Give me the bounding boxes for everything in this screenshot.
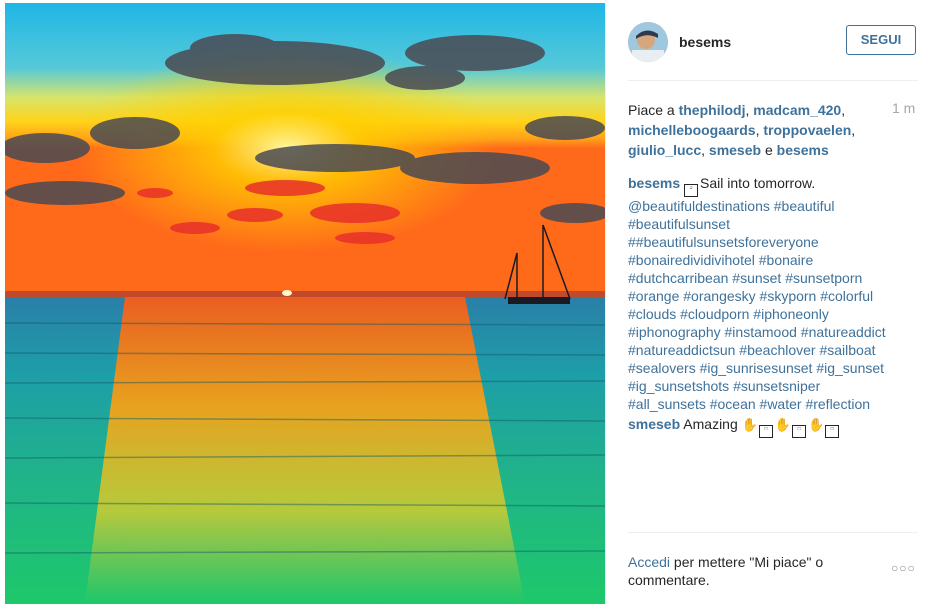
post-photo[interactable] [5, 3, 605, 604]
sunset-sailboat-image [5, 3, 605, 604]
liker-link[interactable]: besems [777, 142, 829, 158]
liker-link[interactable]: giulio_lucc [628, 142, 701, 158]
login-link[interactable]: Accedi [628, 554, 670, 570]
likes-and: e [764, 142, 773, 158]
post-caption: besems ♫ Sail into tomorrow. @beautifulde… [628, 174, 918, 413]
hashtag-line[interactable]: @beautifuldestinations #beautiful [628, 198, 834, 214]
login-prompt: Accedi per mettere "Mi piace" o commenta… [628, 553, 868, 589]
hashtag-line[interactable]: ##beautifulsunsetsforeveryone [628, 234, 819, 250]
avatar[interactable] [628, 22, 668, 62]
music-score-emoji-icon: ♫ [684, 184, 699, 197]
hashtag-line[interactable]: #all_sunsets #ocean #water #reflection [628, 396, 870, 412]
skin-tone-emoji-icon: □ [758, 425, 773, 438]
hashtag-line[interactable]: #natureaddictsun #beachlover #sailboat [628, 342, 876, 358]
liker-link[interactable]: michelleboogaards [628, 122, 756, 138]
skin-tone-emoji-icon: □ [792, 425, 807, 438]
caption-author[interactable]: besems [628, 175, 680, 191]
hashtag-line[interactable]: #clouds #cloudporn #iphoneonly [628, 306, 829, 322]
post-details-panel: besems SEGUI Piace a thephilodj, madcam_… [605, 0, 941, 604]
comment-text: Amazing [683, 416, 738, 432]
skin-tone-emoji-icon: □ [825, 425, 840, 438]
instagram-post-modal: besems SEGUI Piace a thephilodj, madcam_… [0, 0, 941, 604]
post-header: besems SEGUI [628, 0, 918, 81]
clapping-hands-emoji-icon: ✋ [774, 417, 792, 432]
post-timestamp[interactable]: 1 m [892, 100, 915, 116]
liker-link[interactable]: troppovaelen [763, 122, 851, 138]
follow-button[interactable]: SEGUI [846, 25, 916, 55]
liker-link[interactable]: madcam_420 [753, 102, 841, 118]
avatar-image [628, 22, 668, 62]
comment-author[interactable]: smeseb [628, 416, 680, 432]
hashtag-line[interactable]: #bonairedividivihotel #bonaire [628, 252, 813, 268]
hashtag-line[interactable]: #sealovers #ig_sunrisesunset #ig_sunset [628, 360, 884, 376]
comment-item: smeseb Amazing ✋ □ ✋ □ ✋ □ [628, 414, 918, 438]
hashtag-line[interactable]: #ig_sunsetshots #sunsetsniper [628, 378, 820, 394]
hashtag-line[interactable]: #beautifulsunset [628, 216, 730, 232]
clapping-hands-emoji-icon: ✋ [808, 417, 825, 432]
hashtag-line[interactable]: #iphonography #instamood #natureaddict [628, 324, 886, 340]
likes-summary: Piace a thephilodj, madcam_420, michelle… [628, 102, 856, 158]
liker-link[interactable]: thephilodj [679, 102, 746, 118]
ellipsis-icon[interactable]: ○○○ [891, 561, 916, 575]
clapping-hands-emoji-icon: ✋ [741, 417, 758, 432]
likes-prefix: Piace a [628, 102, 675, 118]
author-username[interactable]: besems [679, 34, 731, 50]
hashtag-line[interactable]: #dutchcarribean #sunset #sunsetporn [628, 270, 862, 286]
hashtag-line[interactable]: #orange #orangesky #skyporn #colorful [628, 288, 873, 304]
liker-link[interactable]: smeseb [709, 142, 761, 158]
post-footer: Accedi per mettere "Mi piace" o commenta… [628, 532, 918, 605]
caption-text: Sail into tomorrow. [700, 175, 816, 191]
